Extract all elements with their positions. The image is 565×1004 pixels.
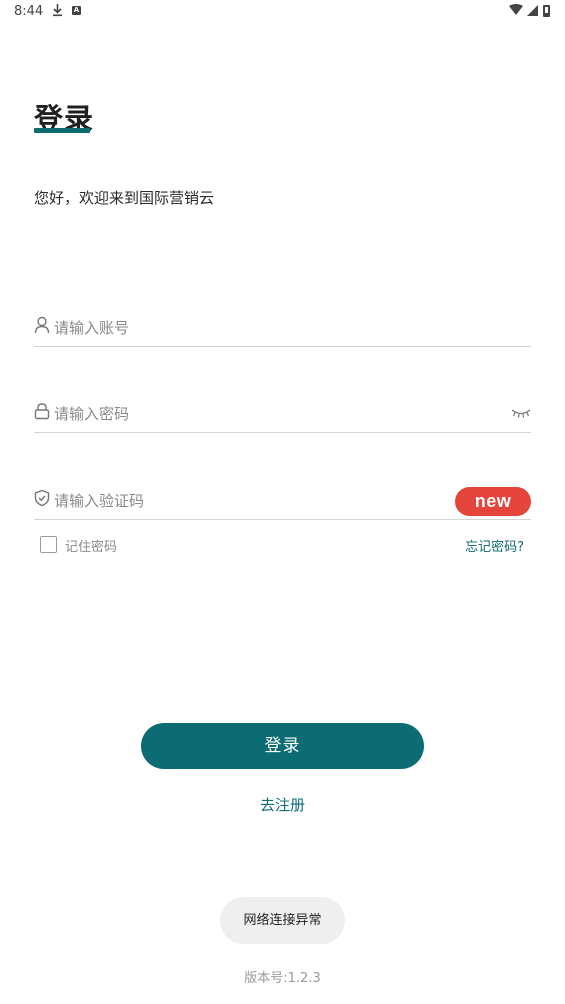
signal-icon [527,5,538,16]
remember-checkbox[interactable] [40,536,57,553]
remember-label: 记住密码 [65,540,118,555]
title-underline [34,128,90,133]
captcha-field[interactable]: 请输入验证码 new [34,479,531,520]
user-icon [34,316,50,334]
eye-closed-icon[interactable] [511,408,531,418]
forgot-password-link[interactable]: 忘记密码? [465,536,524,555]
welcome-text: 您好，欢迎来到国际营销云 [34,189,215,207]
status-time: 8:44 [14,4,44,19]
captcha-image[interactable]: new [455,487,531,516]
a-notification-icon: A [72,6,81,15]
account-input[interactable]: 请输入账号 [54,317,129,338]
status-icons [509,4,550,17]
status-bar: 8:44 A [0,0,565,26]
register-link[interactable]: 去注册 [0,794,565,815]
password-input[interactable]: 请输入密码 [54,403,129,424]
lock-icon [34,403,50,420]
account-field[interactable]: 请输入账号 [34,306,531,347]
version-text: 版本号:1.2.3 [244,971,321,986]
login-button[interactable]: 登录 [141,723,424,769]
shield-check-icon [34,489,50,507]
download-icon [53,4,62,17]
password-field[interactable]: 请输入密码 [34,392,531,433]
captcha-input[interactable]: 请输入验证码 [54,490,144,511]
wifi-icon [509,4,523,15]
network-error-toast: 网络连接异常 [220,897,345,944]
